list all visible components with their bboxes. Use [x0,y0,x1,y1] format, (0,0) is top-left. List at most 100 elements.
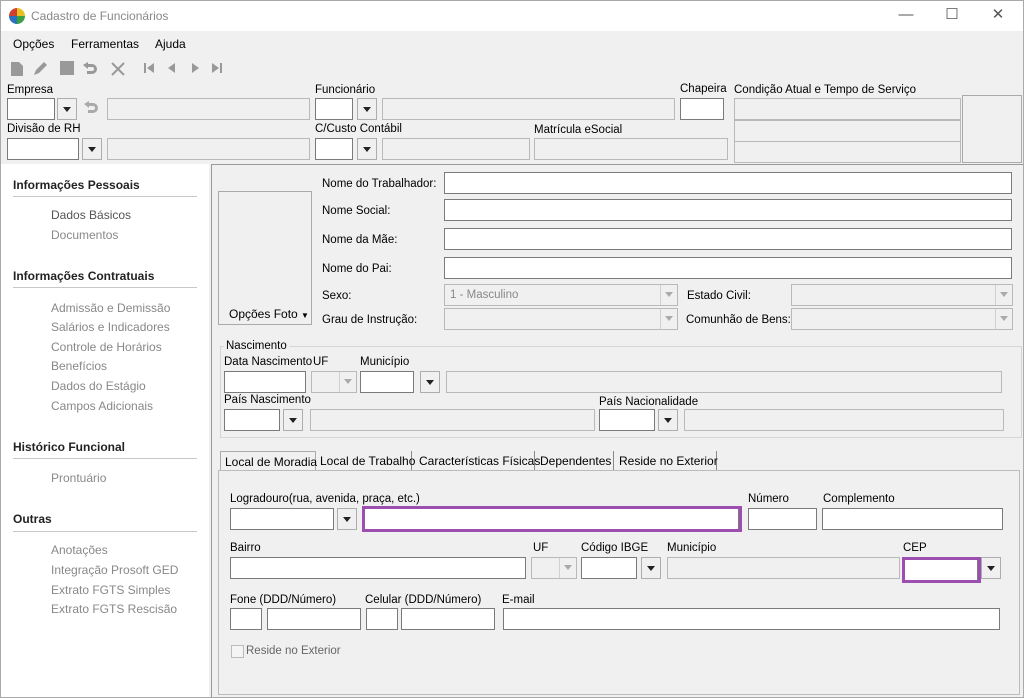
sidebar-item-fgts-simples[interactable]: Extrato FGTS Simples [51,583,170,597]
ccusto-dropdown-button[interactable] [357,138,377,160]
cep-highlight [902,557,981,583]
chevron-down-icon [995,309,1012,329]
chapeira-input[interactable] [680,98,724,120]
estado-civil-select[interactable] [791,284,1013,306]
moradia-uf-select[interactable] [531,557,577,579]
empresa-input[interactable] [7,98,55,120]
first-record-icon[interactable] [141,61,157,79]
chevron-down-icon [660,285,677,305]
maximize-button[interactable]: ☐ [929,3,975,29]
pais-nascimento-name-field [310,409,595,431]
tab-caracteristicas-fisicas[interactable]: Características Físicas [415,451,540,471]
divider [13,196,197,197]
data-nascimento-label: Data Nascimento [224,356,313,368]
uf-select[interactable] [311,371,357,393]
codigo-ibge-input[interactable] [581,557,637,579]
celular-ddd-input[interactable] [366,608,398,630]
fone-numero-input[interactable] [267,608,361,630]
pais-nascimento-input[interactable] [224,409,280,431]
municipio-dropdown-button[interactable] [420,371,440,393]
complemento-label: Complemento [823,493,895,505]
celular-numero-input[interactable] [401,608,495,630]
pais-nascimento-dropdown-button[interactable] [283,409,303,431]
sexo-select[interactable]: 1 - Masculino [444,284,678,306]
funcionario-name-field [382,98,675,120]
menu-ajuda[interactable]: Ajuda [155,37,186,51]
ccusto-input[interactable] [315,138,353,160]
sidebar-item-horarios[interactable]: Controle de Horários [51,340,162,354]
sidebar-item-documentos[interactable]: Documentos [51,228,118,242]
app-logo-icon [9,8,25,24]
email-input[interactable] [503,608,1000,630]
codigo-ibge-dropdown-button[interactable] [641,557,661,579]
numero-input[interactable] [748,508,817,530]
sidebar-item-estagio[interactable]: Dados do Estágio [51,379,146,393]
sidebar-item-campos-adicionais[interactable]: Campos Adicionais [51,399,153,413]
logradouro-type-input[interactable] [230,508,334,530]
pais-nacionalidade-dropdown-button[interactable] [658,409,678,431]
municipio-input[interactable] [360,371,414,393]
bairro-input[interactable] [230,557,526,579]
moradia-uf-label: UF [533,542,549,554]
tab-reside-exterior[interactable]: Reside no Exterior [615,451,718,471]
save-icon[interactable] [59,61,75,79]
sidebar-item-prosoft-ged[interactable]: Integração Prosoft GED [51,563,178,577]
ccusto-name-field [382,138,530,160]
new-document-icon[interactable] [9,61,25,79]
last-record-icon[interactable] [209,61,225,79]
next-record-icon[interactable] [187,61,203,79]
sidebar-item-dados-basicos[interactable]: Dados Básicos [51,208,131,222]
sidebar: Informações Pessoais Dados Básicos Docum… [1,164,209,697]
sexo-label: Sexo: [322,290,352,302]
undo-icon[interactable] [81,100,103,118]
comunhao-select[interactable] [791,308,1013,330]
menu-ferramentas[interactable]: Ferramentas [71,37,139,51]
undo-icon[interactable] [81,61,99,79]
sidebar-item-anotacoes[interactable]: Anotações [51,543,108,557]
cep-dropdown-button[interactable] [981,557,1001,579]
divisao-input[interactable] [7,138,79,160]
sidebar-item-beneficios[interactable]: Benefícios [51,359,107,373]
pais-nacionalidade-input[interactable] [599,409,655,431]
menu-opcoes[interactable]: Opções [13,37,54,51]
employee-photo-thumbnail [962,95,1022,163]
sidebar-item-admissao[interactable]: Admissão e Demissão [51,301,170,315]
tab-dependentes[interactable]: Dependentes [536,451,614,471]
celular-label: Celular (DDD/Número) [365,594,482,606]
tab-local-moradia[interactable]: Local de Moradia [220,451,317,471]
pais-nacionalidade-name-field [684,409,1004,431]
edit-icon[interactable] [31,61,49,79]
logradouro-highlight [362,506,742,532]
email-label: E-mail [502,594,535,606]
sidebar-section-historico: Histórico Funcional [13,440,126,454]
funcionario-dropdown-button[interactable] [357,98,377,120]
sidebar-item-prontuario[interactable]: Prontuário [51,471,106,485]
nome-mae-input[interactable] [444,228,1012,250]
nome-social-input[interactable] [444,199,1012,221]
divisao-dropdown-button[interactable] [82,138,102,160]
nome-trabalhador-input[interactable] [444,172,1012,194]
minimize-button[interactable]: — [883,3,929,29]
sidebar-item-salarios[interactable]: Salários e Indicadores [51,320,170,334]
nome-pai-input[interactable] [444,257,1012,279]
close-button[interactable]: ✕ [975,3,1021,29]
opcoes-foto-button[interactable]: Opções Foto ▼ [229,307,309,321]
logradouro-dropdown-button[interactable] [337,508,357,530]
tab-local-trabalho[interactable]: Local de Trabalho [316,451,415,471]
fone-ddd-input[interactable] [230,608,262,630]
window-title: Cadastro de Funcionários [31,9,169,23]
reside-exterior-checkbox[interactable] [231,645,244,658]
complemento-input[interactable] [822,508,1003,530]
delete-icon[interactable] [109,61,127,79]
chevron-down-icon [995,285,1012,305]
funcionario-input[interactable] [315,98,353,120]
divider [13,531,197,532]
empresa-dropdown-button[interactable] [57,98,77,120]
menu-bar: Opções Ferramentas Ajuda [1,31,1023,57]
numero-label: Número [748,493,789,505]
grau-instrucao-select[interactable] [444,308,678,330]
moradia-municipio-field [667,557,900,579]
sidebar-item-fgts-rescisao[interactable]: Extrato FGTS Rescisão [51,602,177,616]
previous-record-icon[interactable] [164,61,180,79]
data-nascimento-input[interactable] [224,371,306,393]
